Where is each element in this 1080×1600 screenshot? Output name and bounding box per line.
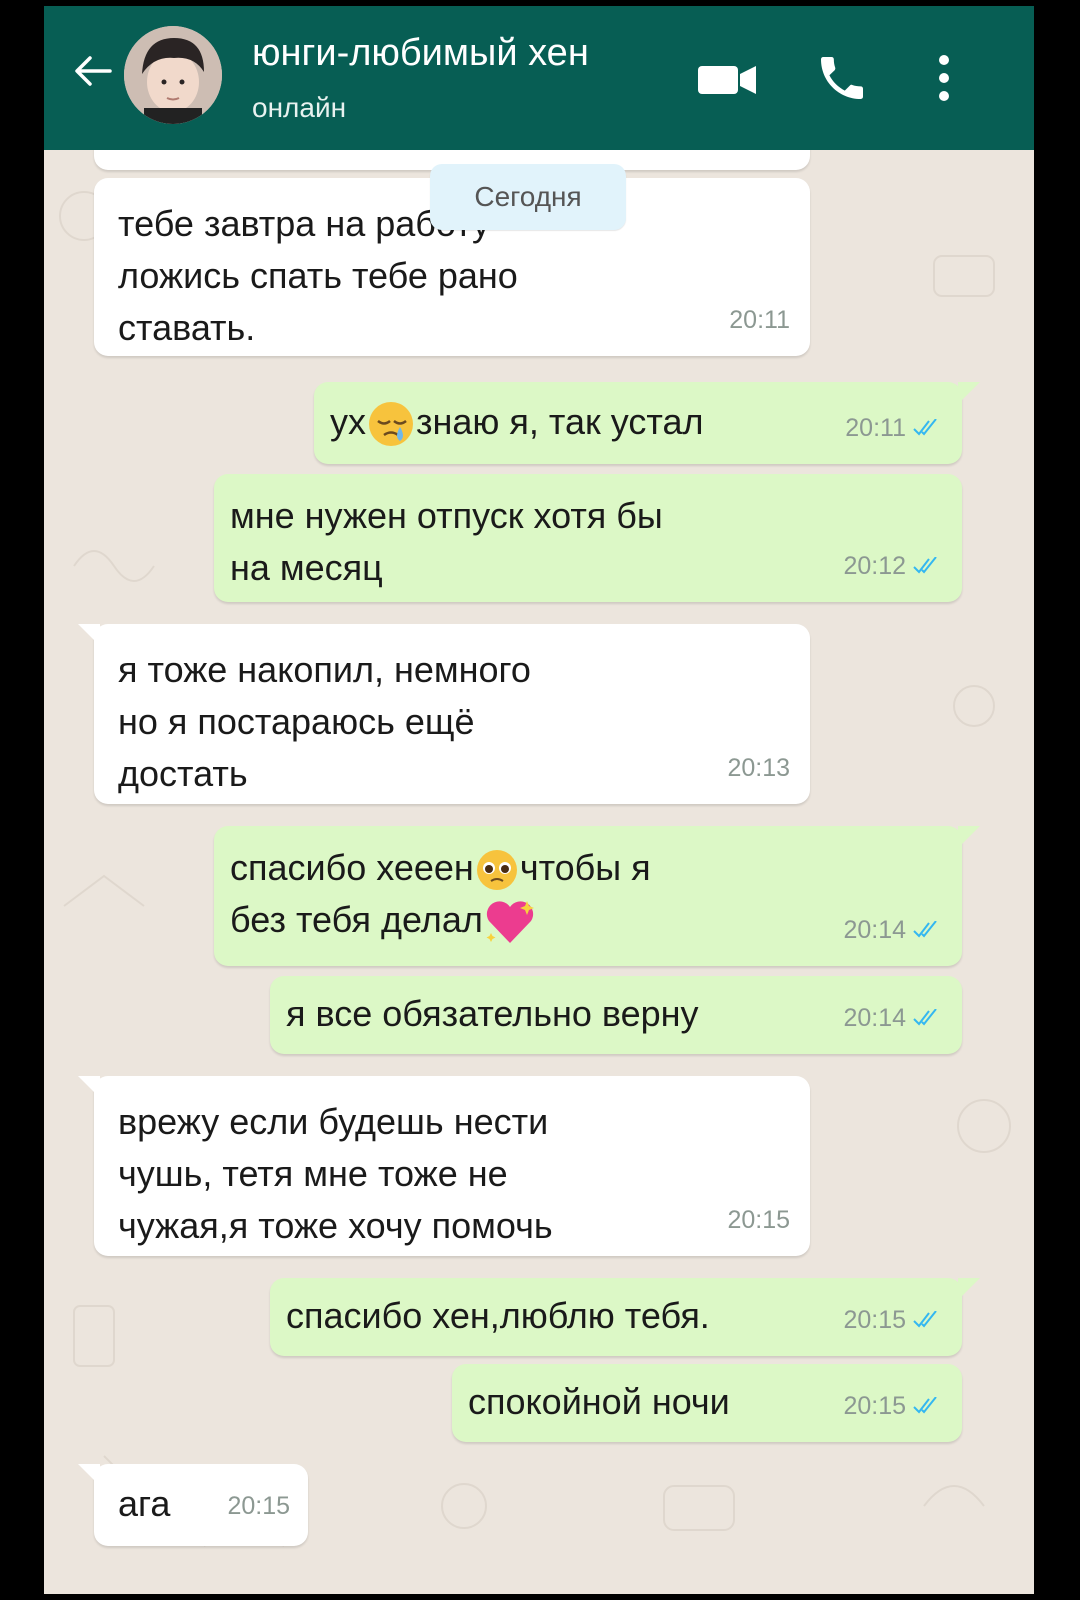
chat-header: юнги-любимый хен онлайн: [44, 6, 1034, 150]
back-arrow-icon[interactable]: [68, 46, 118, 96]
message-time: 20:15: [843, 1392, 906, 1420]
message-text: ага: [118, 1483, 171, 1524]
message-time: 20:15: [843, 1306, 906, 1334]
message-text-part: без тебя делал: [230, 899, 483, 940]
message-time: 20:15: [227, 1492, 290, 1520]
bubble-tail: [78, 624, 100, 646]
video-call-icon[interactable]: [696, 62, 760, 98]
read-receipt-icon: [913, 1397, 937, 1414]
voice-call-icon[interactable]: [814, 50, 870, 106]
read-receipt-icon: [913, 419, 937, 436]
read-receipt-icon: [913, 921, 937, 938]
message-time: 20:14: [843, 916, 906, 944]
contact-status: онлайн: [252, 92, 347, 123]
message-bubble-outgoing[interactable]: спасибо хен,люблю тебя. 20:15: [270, 1278, 980, 1356]
sparkling-heart-emoji-icon: [486, 901, 534, 944]
read-receipt-icon: [913, 1311, 937, 1328]
pleading-face-emoji-icon: [476, 850, 517, 891]
message-time: 20:11: [729, 306, 790, 334]
message-time: 20:13: [727, 754, 790, 782]
message-text: спасибо хен,люблю тебя.: [286, 1295, 710, 1336]
read-receipt-icon: [913, 1009, 937, 1026]
bubble-tail: [78, 1076, 100, 1098]
message-bubble-incoming[interactable]: я тоже накопил, немного но я постараюсь …: [78, 624, 810, 804]
sleepy-face-emoji-icon: [369, 402, 413, 447]
message-text: врежу если будешь нести чушь, тетя мне т…: [118, 1101, 553, 1246]
message-time: 20:11: [845, 414, 906, 442]
message-time: 20:12: [843, 552, 906, 580]
message-text: я тоже накопил, немного но я постараюсь …: [118, 649, 531, 794]
message-bubble-outgoing[interactable]: я все обязательно верну 20:14: [270, 976, 962, 1054]
more-options-icon[interactable]: [936, 52, 952, 104]
message-text: я все обязательно верну: [286, 993, 699, 1034]
message-text: ух знаю я, так устал: [330, 396, 703, 449]
message-text-part: ух: [330, 401, 366, 442]
message-text: спокойной ночи: [468, 1381, 730, 1422]
message-text-part: чтобы я: [519, 847, 651, 888]
read-receipt-icon: [913, 557, 937, 574]
avatar[interactable]: [124, 26, 222, 124]
contact-name[interactable]: юнги-любимый хен: [252, 32, 589, 75]
message-bubble-incoming[interactable]: ага 20:15: [78, 1464, 308, 1546]
bubble-tail: [78, 1464, 100, 1486]
message-bubble-outgoing[interactable]: мне нужен отпуск хотя бы на месяц 20:12: [214, 474, 962, 602]
message-text-part: знаю я, так устал: [416, 401, 704, 442]
message-bubble-outgoing[interactable]: спасибо хееен чтобы я без тебя делал 20:…: [214, 826, 980, 966]
bubble-tail: [958, 826, 980, 848]
message-text: мне нужен отпуск хотя бы на месяц: [230, 495, 663, 588]
message-text-part: спасибо хееен: [230, 847, 474, 888]
message-time: 20:14: [843, 1004, 906, 1032]
date-divider: Сегодня: [430, 164, 626, 230]
bubble-tail: [958, 382, 980, 404]
message-bubble-incoming[interactable]: врежу если будешь нести чушь, тетя мне т…: [78, 1076, 810, 1256]
chat-screen: юнги-любимый хен онлайн Сегодня тебе зав…: [44, 6, 1034, 1594]
message-text: спасибо хееен чтобы я без тебя делал: [230, 842, 651, 947]
bubble-tail: [958, 1278, 980, 1300]
message-time: 20:15: [727, 1206, 790, 1234]
message-bubble-outgoing[interactable]: ух знаю я, так устал 20:11: [314, 382, 980, 464]
message-bubble-outgoing[interactable]: спокойной ночи 20:15: [452, 1364, 962, 1442]
